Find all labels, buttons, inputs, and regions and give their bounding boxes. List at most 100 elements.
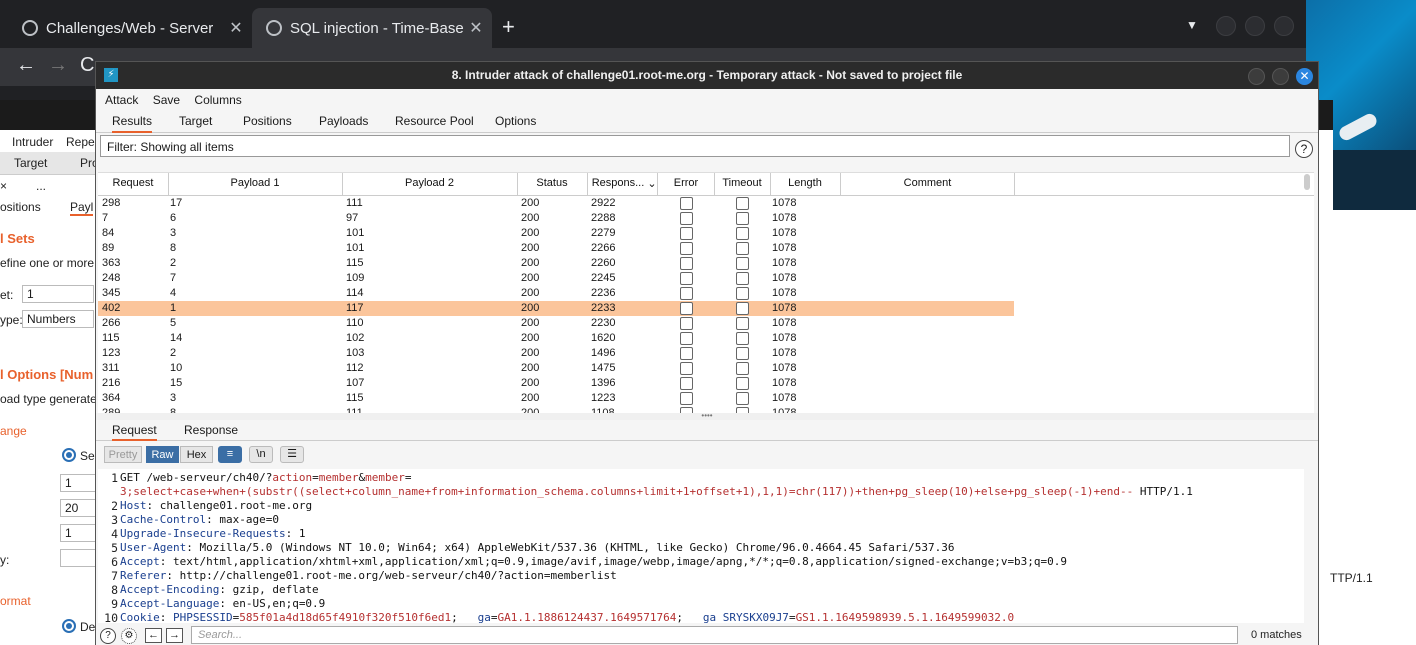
- table-row[interactable]: 311 10 112 200 1475 1078: [98, 361, 1014, 376]
- cell-status: 200: [521, 392, 540, 404]
- table-row[interactable]: 84 3 101 200 2279 1078: [98, 226, 1014, 241]
- tab-target[interactable]: Target: [179, 114, 212, 128]
- menu-icon[interactable]: ☰: [280, 446, 304, 463]
- tab-response[interactable]: Response: [184, 423, 238, 437]
- column-comment[interactable]: Comment: [840, 177, 1015, 189]
- tab-positions[interactable]: ositions: [0, 200, 41, 214]
- column-length[interactable]: Length: [770, 177, 840, 189]
- cell-p1: 5: [170, 317, 177, 329]
- menu-intruder[interactable]: Intruder: [12, 135, 53, 149]
- menu-repeater[interactable]: Repe: [66, 135, 95, 149]
- column-payload-2[interactable]: Payload 2: [342, 177, 517, 189]
- request-token: Accept-Encoding: [120, 583, 220, 596]
- sequential-radio[interactable]: [62, 448, 76, 462]
- column-payload-1[interactable]: Payload 1: [168, 177, 342, 189]
- from-input[interactable]: 1: [60, 474, 96, 492]
- browser-tab-challenges[interactable]: Challenges/Web - Server ✕: [8, 8, 252, 48]
- minimize-button[interactable]: [1248, 68, 1265, 85]
- sequential-label: Se: [80, 449, 95, 463]
- table-row[interactable]: 402 1 117 200 2233 1078: [98, 301, 1014, 316]
- new-tab-button[interactable]: +: [502, 14, 515, 40]
- filter-bar[interactable]: Filter: Showing all items: [100, 135, 1290, 157]
- payload-type-select[interactable]: Numbers: [22, 310, 94, 328]
- tab-target[interactable]: Target: [14, 156, 47, 170]
- reload-icon[interactable]: C: [80, 54, 94, 77]
- show-newlines-button[interactable]: \n: [249, 446, 273, 463]
- pretty-button[interactable]: Pretty: [104, 446, 142, 463]
- table-row[interactable]: 7 6 97 200 2288 1078: [98, 211, 1014, 226]
- column-response[interactable]: Respons...: [587, 177, 649, 189]
- decimal-radio[interactable]: [62, 619, 76, 633]
- payload-options-description: oad type generates: [0, 392, 103, 406]
- error-checkbox: [680, 272, 693, 285]
- tab-resource-pool[interactable]: Resource Pool: [395, 114, 474, 128]
- column-request[interactable]: Request: [102, 177, 164, 189]
- line-number: 5: [111, 541, 118, 555]
- close-tab-icon[interactable]: ✕: [226, 18, 246, 38]
- tab-options[interactable]: Options: [495, 114, 536, 128]
- tab-search-icon[interactable]: ▼: [1186, 18, 1198, 32]
- tab-positions[interactable]: Positions: [243, 114, 292, 128]
- cell-p2: 110: [346, 317, 364, 329]
- column-status[interactable]: Status: [517, 177, 587, 189]
- request-token: member: [318, 471, 359, 484]
- tab-request[interactable]: Request: [112, 423, 157, 441]
- table-row[interactable]: 345 4 114 200 2236 1078: [98, 286, 1014, 301]
- hex-button[interactable]: Hex: [180, 446, 213, 463]
- browser-tab-sql-injection[interactable]: SQL injection - Time-Base ✕: [252, 8, 492, 48]
- table-row[interactable]: 115 14 102 200 1620 1078: [98, 331, 1014, 346]
- to-input[interactable]: 20: [60, 499, 96, 517]
- window-minimize-button[interactable]: [1216, 16, 1236, 36]
- request-line: Referer: http://challenge01.root-me.org/…: [120, 569, 617, 582]
- close-tab-icon[interactable]: ✕: [466, 18, 486, 38]
- window-close-button[interactable]: [1274, 16, 1294, 36]
- globe-icon: [266, 20, 282, 36]
- more-tabs-button[interactable]: ...: [36, 179, 46, 193]
- table-row[interactable]: 248 7 109 200 2245 1078: [98, 271, 1014, 286]
- request-token: 3;select+case+when+(substr((select+colum…: [120, 485, 1134, 498]
- error-checkbox: [680, 377, 693, 390]
- table-row[interactable]: 363 2 115 200 2260 1078: [98, 256, 1014, 271]
- table-row[interactable]: 123 2 103 200 1496 1078: [98, 346, 1014, 361]
- request-token: :: [159, 611, 173, 623]
- http-version-text: TTP/1.1: [1330, 571, 1373, 585]
- request-editor[interactable]: 1 GET /web-serveur/ch40/?action=member&me…: [98, 469, 1304, 623]
- cell-status: 200: [521, 302, 540, 314]
- payload-set-select[interactable]: 1: [22, 285, 94, 303]
- next-arrow-icon[interactable]: →: [166, 628, 183, 643]
- help-icon[interactable]: ?: [100, 628, 116, 644]
- column-timeout[interactable]: Timeout: [714, 177, 770, 189]
- tab-payloads[interactable]: Payl: [70, 200, 94, 216]
- tab-results[interactable]: Results: [112, 114, 153, 133]
- wrap-lines-icon[interactable]: ≡: [218, 446, 242, 463]
- cell-length: 1078: [772, 362, 797, 374]
- search-input[interactable]: Search...: [191, 626, 1238, 644]
- maximize-button[interactable]: [1272, 68, 1289, 85]
- raw-button[interactable]: Raw: [146, 446, 179, 463]
- menu-attack[interactable]: Attack: [96, 89, 138, 107]
- cell-length: 1078: [772, 212, 797, 224]
- settings-gear-icon[interactable]: ⚙: [121, 628, 137, 644]
- table-row[interactable]: 266 5 110 200 2230 1078: [98, 316, 1014, 331]
- tab-payloads[interactable]: Payloads: [319, 114, 368, 128]
- how-many-input[interactable]: [60, 549, 96, 567]
- request-token: : text/html,application/xhtml+xml,applic…: [159, 555, 1068, 568]
- table-row[interactable]: 89 8 101 200 2266 1078: [98, 241, 1014, 256]
- table-scrollbar[interactable]: [1304, 174, 1310, 190]
- forward-icon[interactable]: →: [48, 54, 68, 77]
- close-icon[interactable]: ×: [0, 179, 7, 193]
- column-error[interactable]: Error: [657, 177, 715, 189]
- table-row[interactable]: 216 15 107 200 1396 1078: [98, 376, 1014, 391]
- table-row[interactable]: 298 17 111 200 2922 1078: [98, 196, 1014, 211]
- close-button[interactable]: ✕: [1296, 68, 1313, 85]
- request-token: : en-US,en;q=0.9: [219, 597, 326, 610]
- step-input[interactable]: 1: [60, 524, 96, 542]
- menu-columns[interactable]: Columns: [185, 89, 241, 107]
- back-icon[interactable]: ←: [16, 54, 36, 77]
- help-icon[interactable]: ?: [1295, 140, 1313, 158]
- previous-arrow-icon[interactable]: ←: [145, 628, 162, 643]
- menu-save[interactable]: Save: [144, 89, 180, 107]
- request-token: action: [272, 471, 313, 484]
- window-maximize-button[interactable]: [1245, 16, 1265, 36]
- table-row[interactable]: 364 3 115 200 1223 1078: [98, 391, 1014, 406]
